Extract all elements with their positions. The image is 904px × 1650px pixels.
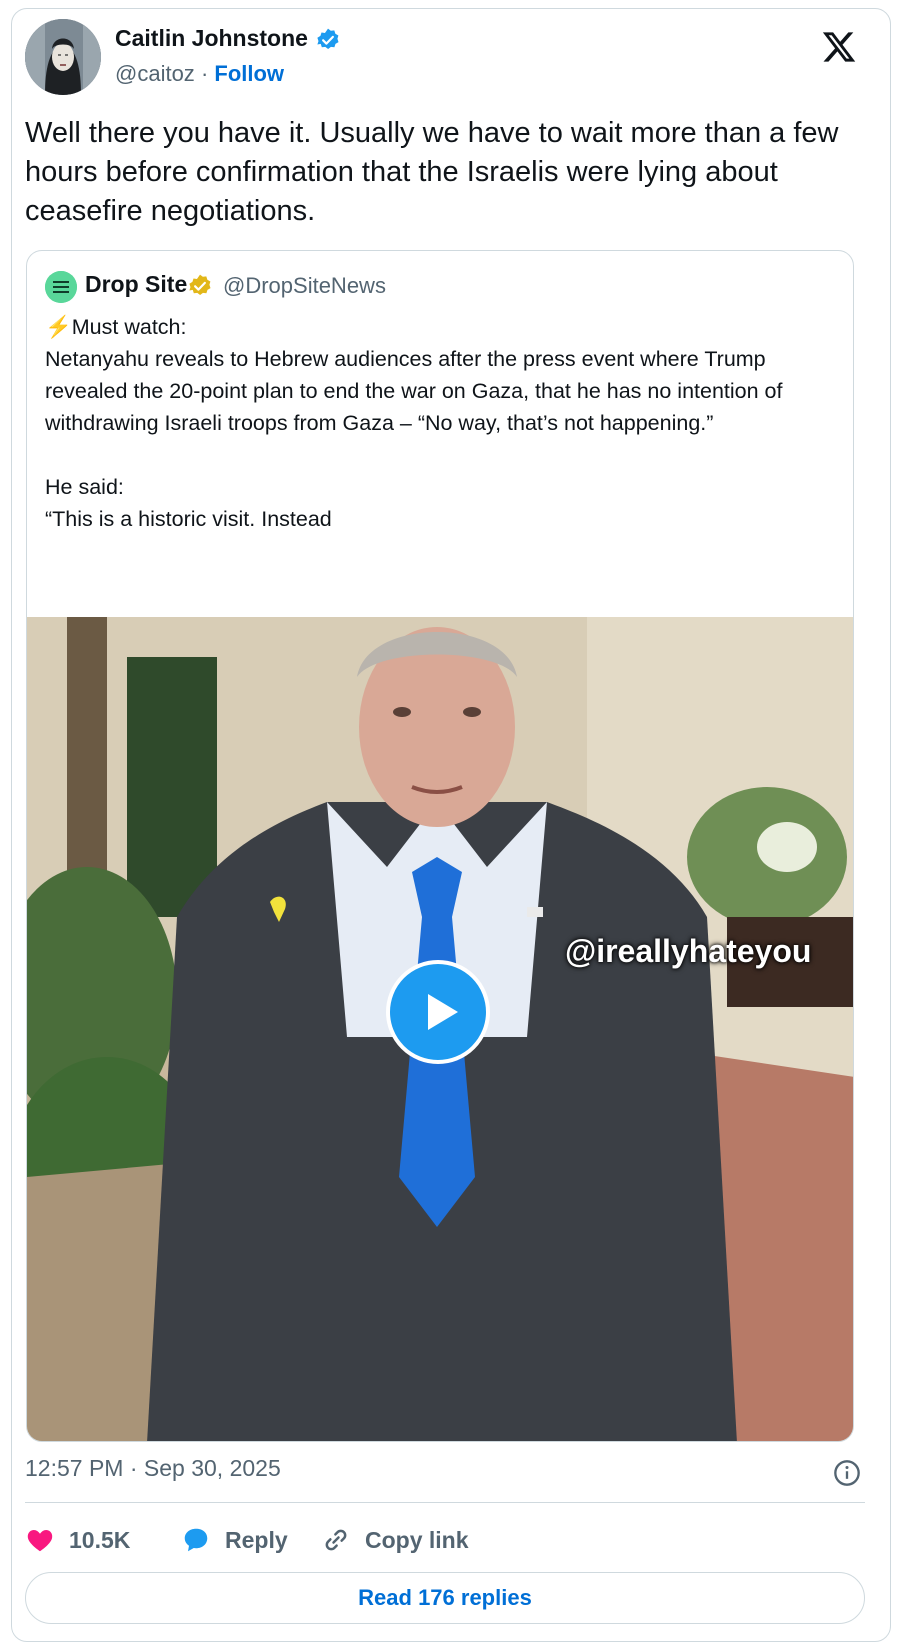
follow-button[interactable]: Follow: [214, 61, 284, 86]
quoted-tweet-text: ⚡Must watch: Netanyahu reveals to Hebrew…: [45, 315, 783, 531]
tweet-header: Caitlin Johnstone @caitoz · Follow: [25, 19, 865, 95]
quoted-author-handle[interactable]: @DropSiteNews: [223, 273, 386, 299]
like-count: 10.5K: [69, 1526, 131, 1553]
copy-link-button[interactable]: Copy link: [321, 1518, 469, 1562]
tweet-actions: 10.5K Reply Copy link: [25, 1518, 865, 1562]
video-player[interactable]: @ireallyhateyou: [27, 617, 853, 1441]
quoted-author-name[interactable]: Drop Site: [85, 271, 187, 298]
heart-icon: [27, 1530, 53, 1552]
handle-separator: ·: [200, 61, 209, 86]
avatar-illustration: [25, 19, 101, 95]
reply-bubble-icon: [184, 1528, 208, 1552]
link-icon: [325, 1529, 347, 1551]
read-replies-button[interactable]: Read 176 replies: [25, 1572, 865, 1624]
info-icon[interactable]: [833, 1459, 861, 1487]
x-logo-icon[interactable]: [821, 29, 857, 65]
reply-button[interactable]: Reply: [181, 1518, 288, 1562]
quoted-tweet[interactable]: Drop Site @DropSiteNews ⚡Must watch: Net…: [26, 250, 854, 1442]
drop-site-logo: [45, 271, 77, 303]
author-handle-row: @caitoz · Follow: [115, 61, 284, 87]
play-icon: [428, 994, 458, 1030]
video-watermark: @ireallyhateyou: [565, 933, 812, 969]
verified-badge-icon: [317, 28, 339, 49]
author-name[interactable]: Caitlin Johnstone: [115, 25, 308, 52]
tweet-text: Well there you have it. Usually we have …: [25, 117, 847, 227]
copy-link-label: Copy link: [365, 1526, 469, 1553]
like-button[interactable]: 10.5K: [25, 1518, 130, 1562]
author-handle[interactable]: @caitoz: [115, 61, 195, 86]
author-avatar[interactable]: [25, 19, 101, 95]
gold-verified-badge-icon: [189, 274, 211, 295]
play-button[interactable]: [386, 960, 490, 1064]
divider: [25, 1502, 865, 1503]
reply-label: Reply: [225, 1526, 288, 1553]
quoted-author-avatar[interactable]: [45, 271, 77, 303]
tweet-timestamp[interactable]: 12:57 PM · Sep 30, 2025: [25, 1455, 281, 1482]
